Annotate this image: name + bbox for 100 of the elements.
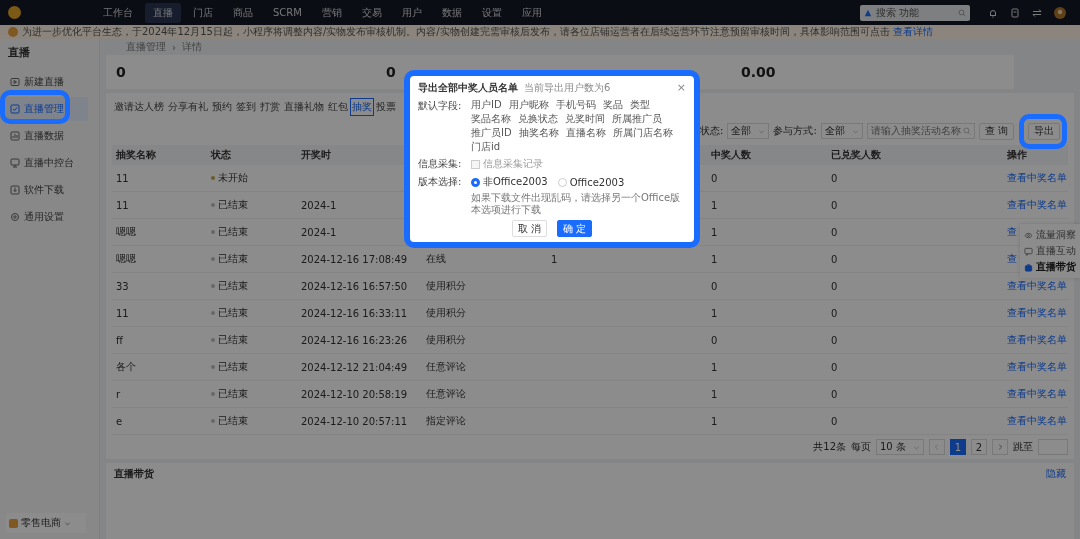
view-winners-link[interactable]: 查看中奖名单 [1007, 333, 1067, 347]
table-cell: 0 [711, 334, 718, 346]
details-link[interactable]: 查看详情 [892, 26, 933, 37]
dialog-subtitle: 当前导出用户数为6 [524, 81, 611, 95]
search-icon [958, 8, 966, 17]
tab[interactable]: 抽奖 [350, 98, 374, 116]
checklist-icon [10, 104, 20, 114]
status-dot [211, 311, 215, 315]
page-button[interactable]: 1 [950, 439, 966, 455]
nav-tab[interactable]: 设置 [473, 2, 510, 23]
tab[interactable]: 直播礼物 [282, 98, 326, 116]
tab[interactable]: 预约 [210, 98, 234, 116]
table-cell: 0 [711, 172, 718, 184]
hide-link[interactable]: 隐藏 [1046, 467, 1066, 481]
table-cell: 1 [711, 307, 718, 319]
view-winners-link[interactable]: 查看中奖名单 [1007, 414, 1067, 428]
table-cell: 已结束 [218, 414, 248, 428]
tab[interactable]: 签到 [234, 98, 258, 116]
view-winners-link[interactable]: 查看中奖名单 [1007, 279, 1067, 293]
field-name: 抽奖名称 [518, 127, 559, 139]
table-cell: ff [116, 334, 123, 346]
view-winners-link[interactable]: 查看中奖名单 [1007, 198, 1067, 212]
sidebar-item[interactable]: 直播数据 [4, 124, 88, 148]
mode-select[interactable]: 全部 [820, 123, 863, 139]
search-field[interactable]: 搜索 功能 [860, 4, 970, 21]
table-cell: 嗯嗯 [116, 225, 136, 239]
table-cell: 1 [711, 226, 718, 238]
tab[interactable]: 红包 [326, 98, 350, 116]
table-cell: 已结束 [218, 225, 248, 239]
view-winners-link[interactable]: 查看中奖名单 [1007, 360, 1067, 374]
table-cell: 使用积分 [426, 306, 466, 320]
nav-tab[interactable]: 门店 [185, 2, 221, 23]
panel-item[interactable]: 直播带货 [1020, 259, 1080, 275]
nav-tab[interactable]: 直播 [145, 2, 181, 23]
search-field[interactable]: 请输入抽奖活动名称 [866, 123, 975, 139]
sidebar-item[interactable]: 通用设置 [4, 205, 88, 229]
status-select[interactable]: 全部 [727, 123, 770, 139]
page-size-select[interactable]: 10 条 [876, 439, 924, 455]
nav-tab[interactable]: 营销 [313, 2, 350, 23]
tab[interactable]: 分享有礼 [166, 98, 210, 116]
table-cell: 2024-1 [301, 199, 337, 211]
nav-tab[interactable]: 交易 [353, 2, 390, 23]
logo-icon [8, 6, 21, 19]
stat-value: 0 [116, 64, 127, 80]
view-winners-link[interactable]: 查 [1007, 252, 1017, 266]
nav-tab[interactable]: SCRM [265, 4, 310, 21]
stat-value: 0.00 [741, 64, 777, 80]
tab[interactable]: 打赏 [258, 98, 282, 116]
status-dot [211, 176, 215, 180]
sidebar-item[interactable]: 直播中控台 [4, 151, 88, 175]
table-cell: 0 [831, 172, 838, 184]
monitor-icon [10, 158, 20, 168]
nav-tab[interactable]: 用户 [393, 2, 430, 23]
export-button[interactable]: 导出 [1028, 122, 1060, 140]
view-winners-link[interactable]: 查看中奖名单 [1007, 306, 1067, 320]
field-name: 类型 [629, 99, 650, 111]
jump-label: 跳至 [1013, 440, 1033, 454]
view-winners-link[interactable]: 查看中奖名单 [1007, 387, 1067, 401]
tab[interactable]: 投票 [374, 98, 398, 116]
table-cell: 1 [711, 388, 718, 400]
version-radio[interactable]: Office2003 [557, 175, 625, 189]
sidebar-item[interactable]: 软件下载 [4, 178, 88, 202]
table-cell: 已结束 [218, 387, 248, 401]
chart-icon [10, 131, 20, 141]
next-page-button[interactable] [992, 439, 1008, 455]
table-cell: 0 [831, 334, 838, 346]
field-label: 默认字段: [418, 99, 463, 113]
store-switcher[interactable]: 零售电商 [6, 513, 86, 533]
page-button[interactable]: 2 [971, 439, 987, 455]
table-cell: 0 [831, 199, 838, 211]
breadcrumb-separator: › [172, 41, 176, 53]
version-radio[interactable]: 非Office2003 [471, 175, 548, 189]
nav-tab[interactable]: 工作台 [95, 2, 141, 23]
status-dot [211, 419, 215, 423]
table-cell: 0 [831, 388, 838, 400]
table-cell: 2024-12-10 20:57:11 [301, 415, 408, 427]
view-winners-link[interactable]: 查看中奖名单 [1007, 171, 1067, 185]
field-name: 用户ID [471, 99, 502, 111]
table-cell: 0 [831, 226, 838, 238]
column-header: 已兑奖人数 [831, 148, 881, 162]
nav-tab[interactable]: 商品 [225, 2, 261, 23]
close-icon[interactable]: × [676, 81, 686, 94]
sidebar-item[interactable]: 新建直播 [4, 70, 88, 94]
play-icon [10, 77, 20, 87]
panel-item[interactable]: 直播互动 [1020, 243, 1080, 259]
table-cell: 使用积分 [426, 279, 466, 293]
nav-tab[interactable]: 数据 [433, 2, 470, 23]
status-dot [211, 257, 215, 261]
status-dot [211, 284, 215, 288]
column-header: 状态 [211, 148, 231, 162]
view-winners-link[interactable]: 查 [1007, 225, 1017, 239]
confirm-button[interactable]: 确 定 [557, 220, 593, 237]
table-cell: 已结束 [218, 252, 248, 266]
query-button[interactable]: 查 询 [978, 122, 1014, 140]
store-icon [9, 518, 18, 528]
nav-tab[interactable]: 应用 [513, 2, 550, 23]
cancel-button[interactable]: 取 消 [511, 220, 547, 237]
field-name: 奖品 [602, 99, 623, 111]
tab[interactable]: 邀请达人榜 [112, 98, 166, 116]
panel-item[interactable]: 流量洞察 [1020, 227, 1080, 243]
